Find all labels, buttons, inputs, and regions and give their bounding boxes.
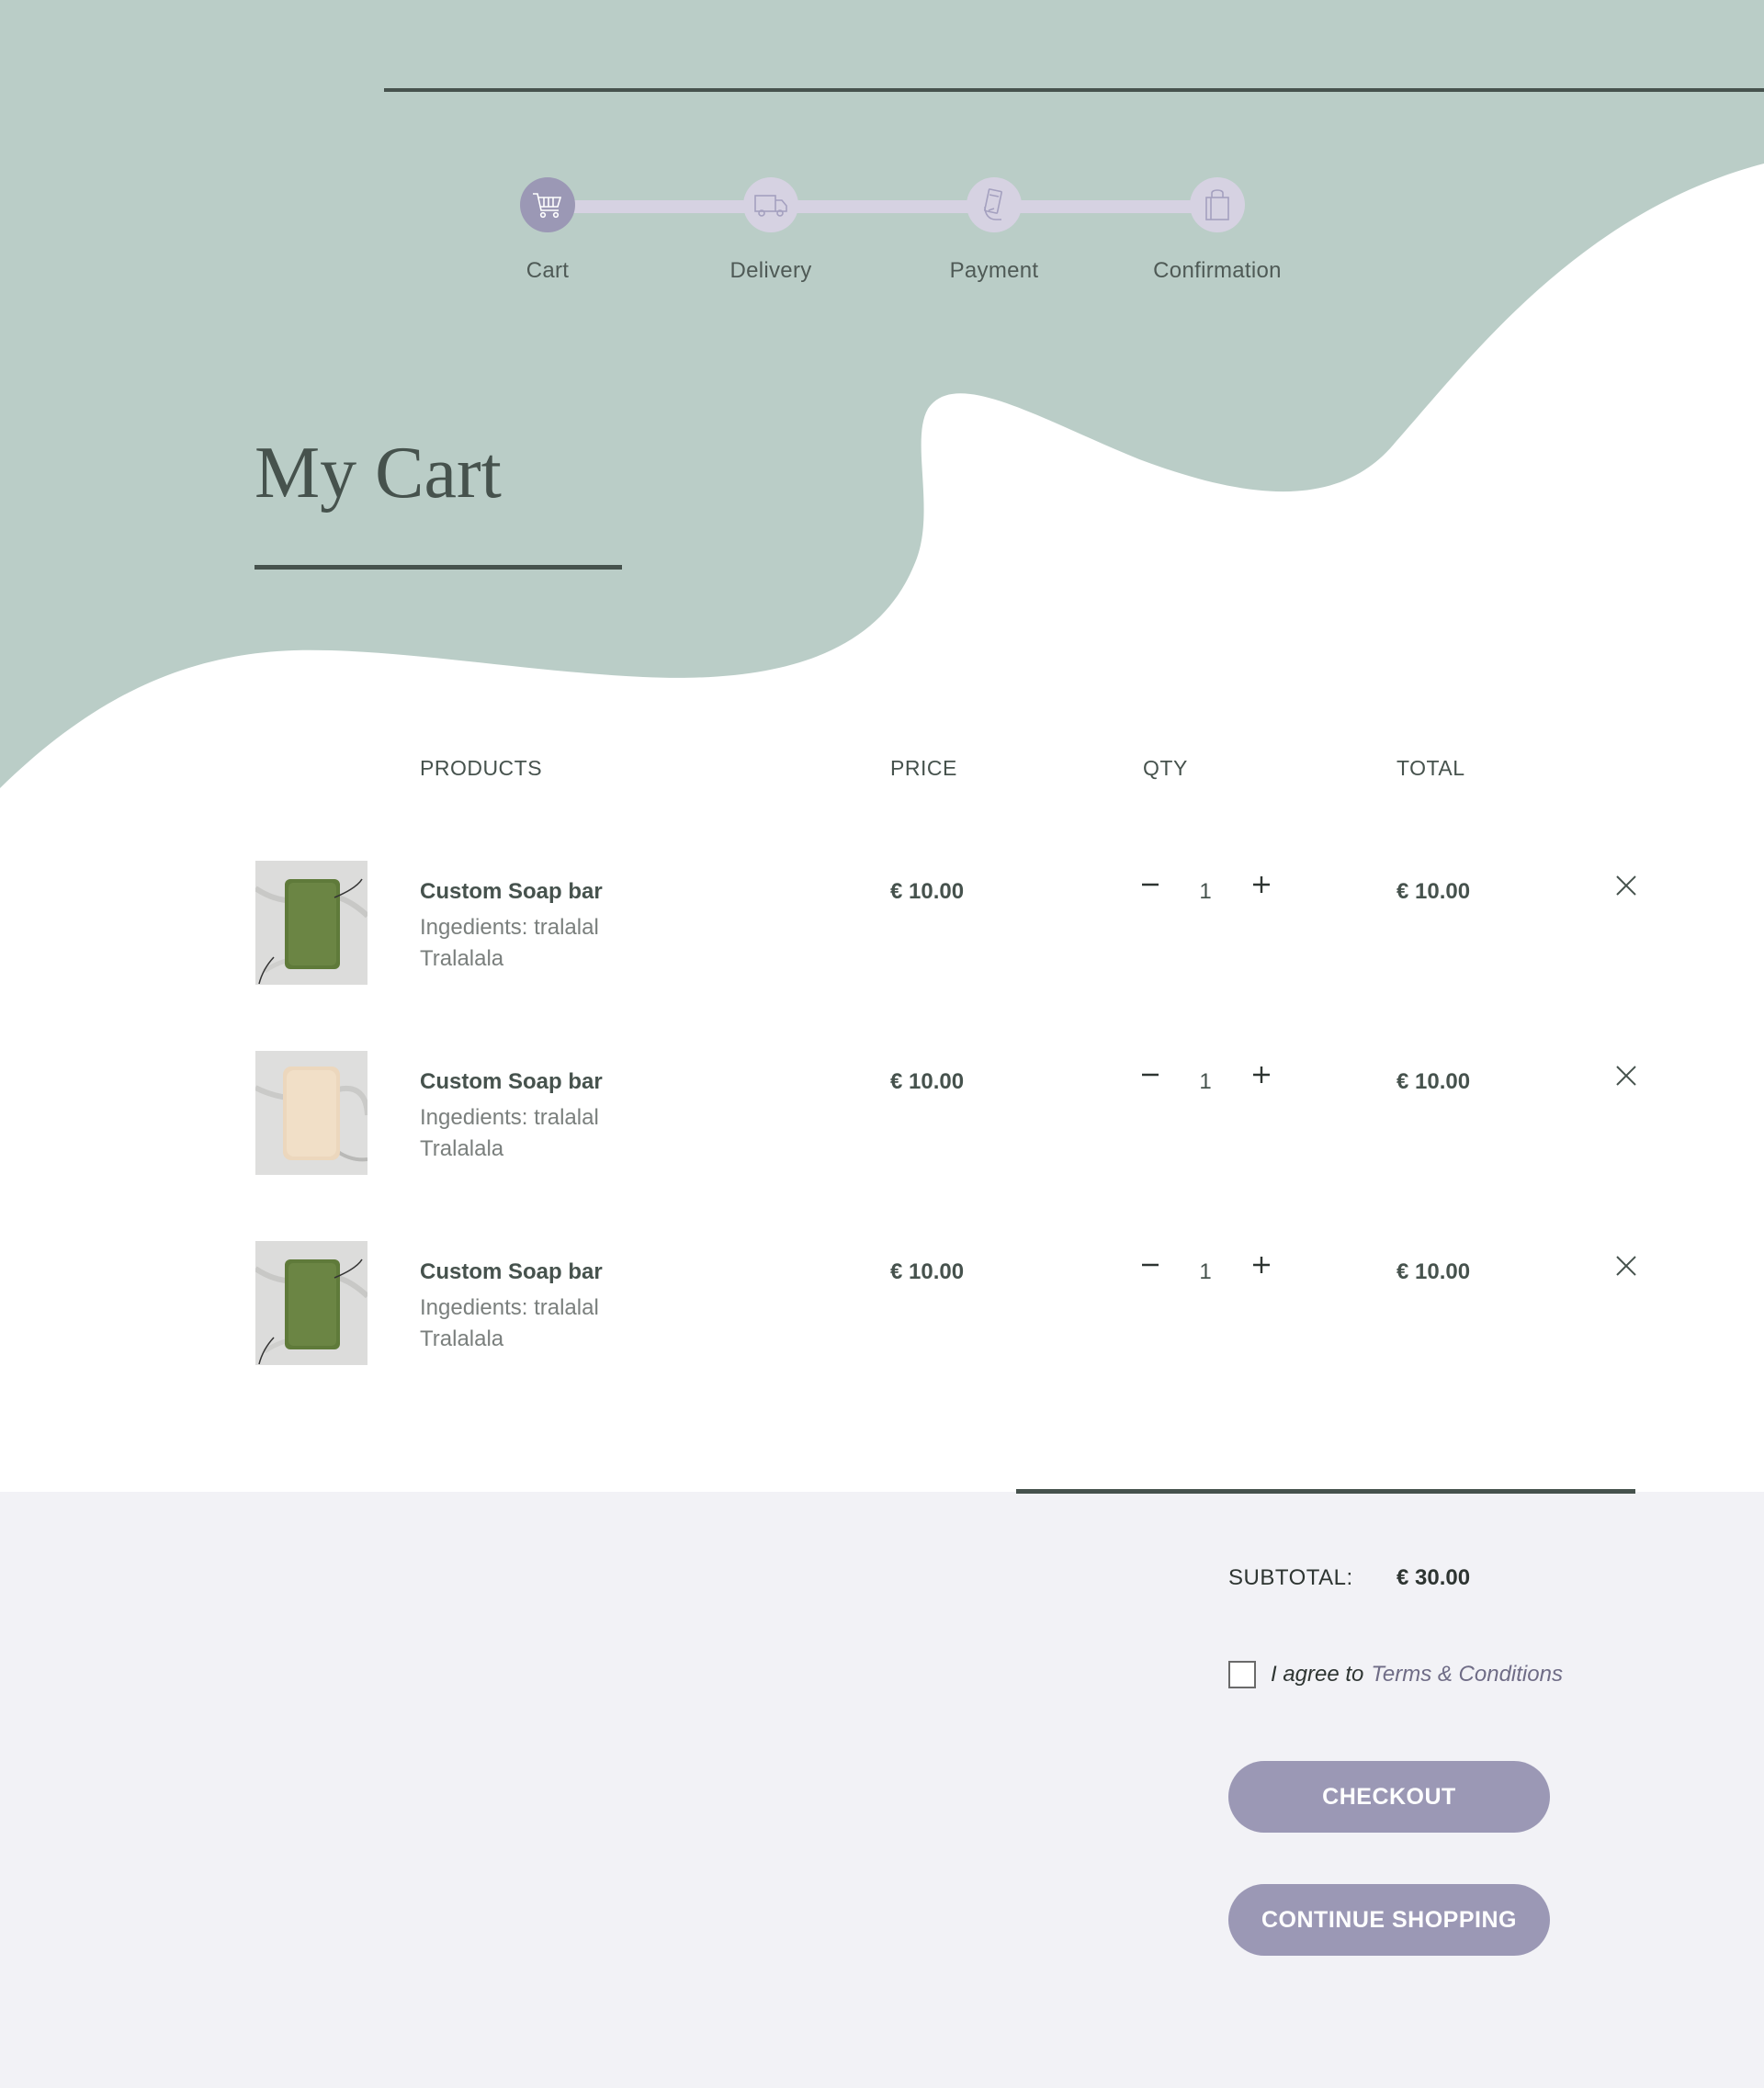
header-products: PRODUCTS: [420, 756, 543, 780]
product-description: Ingedients: tralalal Tralalala: [420, 915, 599, 971]
subtotal-label: SUBTOTAL:: [1228, 1565, 1353, 1590]
green-soap-image: [255, 1241, 368, 1365]
checkout-progress: Cart Delivery Payment Confirmation: [520, 177, 1282, 306]
step-delivery-circle: [743, 177, 798, 232]
subtotal-value: € 30.00: [1396, 1565, 1471, 1590]
qty-value[interactable]: 1: [1196, 1069, 1215, 1095]
minus-icon: [1142, 1073, 1159, 1077]
terms-checkbox[interactable]: [1228, 1661, 1256, 1688]
progress-track: [548, 200, 1216, 213]
plus-icon: [1253, 1257, 1270, 1273]
close-icon: [1616, 875, 1636, 896]
header-wave-background: [0, 0, 1764, 788]
product-price: € 10.00: [890, 1259, 965, 1284]
remove-item-button[interactable]: [1612, 872, 1640, 899]
header-total: TOTAL: [1396, 756, 1465, 780]
product-image[interactable]: [255, 1241, 368, 1365]
product-description: Ingedients: tralalal Tralalala: [420, 1105, 599, 1161]
header-price: PRICE: [890, 756, 957, 780]
close-icon: [1616, 1256, 1636, 1276]
product-name[interactable]: Custom Soap bar: [420, 1069, 603, 1095]
qty-value[interactable]: 1: [1196, 879, 1215, 905]
title-underline: [254, 565, 622, 570]
plus-icon: [1253, 876, 1270, 893]
qty-increase-button[interactable]: [1247, 1250, 1276, 1280]
step-label: Confirmation: [1153, 258, 1282, 283]
product-price: € 10.00: [890, 879, 965, 904]
checkout-button[interactable]: CHECKOUT: [1228, 1761, 1550, 1833]
cart-icon: [533, 193, 562, 219]
green-soap-image: [255, 861, 368, 985]
top-divider: [384, 88, 1764, 92]
plus-icon: [1253, 1067, 1270, 1083]
line-total: € 10.00: [1396, 879, 1471, 904]
remove-item-button[interactable]: [1612, 1252, 1640, 1280]
qty-decrease-button[interactable]: [1136, 1060, 1165, 1089]
bag-icon: [1205, 189, 1229, 220]
close-icon: [1616, 1066, 1636, 1086]
line-total: € 10.00: [1396, 1069, 1471, 1094]
product-description: Ingedients: tralalal Tralalala: [420, 1295, 599, 1351]
product-name[interactable]: Custom Soap bar: [420, 879, 603, 905]
qty-decrease-button[interactable]: [1136, 870, 1165, 899]
step-cart[interactable]: Cart: [456, 177, 639, 284]
step-confirmation-circle: [1190, 177, 1245, 232]
step-payment-circle: [967, 177, 1022, 232]
remove-item-button[interactable]: [1612, 1062, 1640, 1089]
qty-value[interactable]: 1: [1196, 1259, 1215, 1285]
page-title: My Cart: [254, 433, 502, 514]
table-row: Custom Soap bar Ingedients: tralalal Tra…: [0, 861, 1764, 989]
product-price: € 10.00: [890, 1069, 965, 1094]
step-label: Payment: [949, 258, 1039, 283]
product-name[interactable]: Custom Soap bar: [420, 1259, 603, 1285]
step-delivery[interactable]: Delivery: [679, 177, 863, 284]
terms-agreement: I agree to Terms & Conditions: [1228, 1661, 1563, 1688]
step-confirmation[interactable]: Confirmation: [1125, 177, 1309, 284]
step-label: Cart: [526, 258, 570, 283]
line-total: € 10.00: [1396, 1259, 1471, 1284]
truck-icon: [754, 195, 787, 217]
product-image[interactable]: [255, 1051, 368, 1175]
qty-decrease-button[interactable]: [1136, 1250, 1165, 1280]
step-payment[interactable]: Payment: [902, 177, 1086, 284]
card-icon: [984, 188, 1002, 220]
cream-soap-image: [255, 1051, 368, 1175]
minus-icon: [1142, 883, 1159, 886]
continue-shopping-button[interactable]: CONTINUE SHOPPING: [1228, 1884, 1550, 1956]
step-label: Delivery: [729, 258, 812, 283]
step-cart-circle: [520, 177, 575, 232]
table-row: Custom Soap bar Ingedients: tralalal Tra…: [0, 1241, 1764, 1370]
minus-icon: [1142, 1263, 1159, 1267]
terms-agree-text: I agree to: [1271, 1662, 1364, 1687]
summary-divider: [1016, 1489, 1635, 1494]
qty-increase-button[interactable]: [1247, 1060, 1276, 1089]
table-row: Custom Soap bar Ingedients: tralalal Tra…: [0, 1051, 1764, 1179]
product-image[interactable]: [255, 861, 368, 985]
header-qty: QTY: [1143, 756, 1188, 780]
qty-increase-button[interactable]: [1247, 870, 1276, 899]
terms-link[interactable]: Terms & Conditions: [1371, 1662, 1563, 1687]
